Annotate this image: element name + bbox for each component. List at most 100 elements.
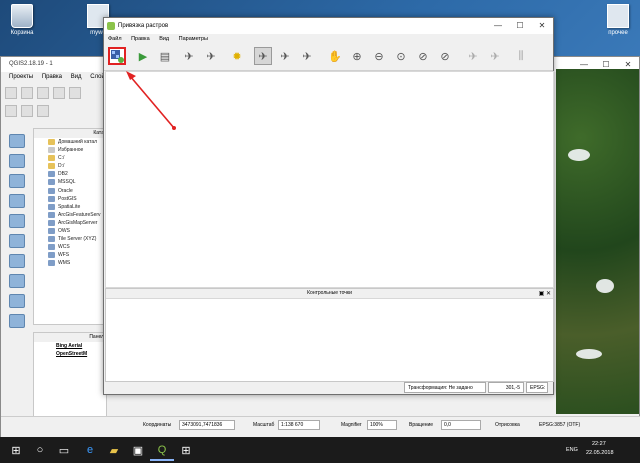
epsg-status[interactable]: EPSG:: [526, 382, 548, 393]
menu-view[interactable]: Вид: [71, 74, 82, 80]
explorer-button[interactable]: ▰: [102, 441, 126, 459]
search-button[interactable]: ○: [28, 441, 52, 459]
browser-item-label: Tile Server (XYZ): [58, 236, 97, 243]
browser-item[interactable]: ArcGisMapServer: [34, 219, 106, 227]
menu-edit[interactable]: Правка: [131, 36, 150, 42]
zoom-to-layer-button[interactable]: ⊙: [392, 47, 410, 65]
load-gcp-button[interactable]: ✈: [202, 47, 220, 65]
add-wcs-layer-button[interactable]: [9, 274, 25, 288]
browser-item[interactable]: OWS: [34, 227, 106, 235]
browser-item[interactable]: Домашний катал: [34, 138, 106, 146]
browser-item[interactable]: DB2: [34, 170, 106, 178]
zoom-out-button[interactable]: ⊖: [370, 47, 388, 65]
recycle-bin-desktop-icon[interactable]: Корзина: [2, 4, 42, 36]
settings-gear-button[interactable]: ✹: [228, 47, 246, 65]
add-layer-toolbar: [1, 128, 33, 368]
delete-point-button[interactable]: ✈: [276, 47, 294, 65]
browser-item[interactable]: ArcGisFeatureServ: [34, 211, 106, 219]
pan-button[interactable]: ✋: [326, 47, 344, 65]
coords-field[interactable]: 3473091,7471836: [179, 420, 235, 430]
add-oracle-layer-button[interactable]: [9, 234, 25, 248]
zoom-next-button[interactable]: ⊘: [436, 47, 454, 65]
browser-item[interactable]: MSSQL: [34, 178, 106, 186]
georeferencer-title-bar: Привязка растров — ☐ ✕: [104, 18, 553, 34]
browser-item[interactable]: WMS: [34, 259, 106, 267]
link-georef-button[interactable]: ✈: [464, 47, 482, 65]
browser-item[interactable]: Tile Server (XYZ): [34, 235, 106, 243]
map-canvas[interactable]: [556, 69, 639, 414]
qgis-taskbar-button[interactable]: Q: [150, 441, 174, 461]
menu-file[interactable]: Файл: [108, 36, 122, 42]
transformation-settings-button[interactable]: ✈: [180, 47, 198, 65]
folder-icon: [48, 163, 55, 170]
browser-item-label: SpatiaLite: [58, 203, 81, 210]
browser-item[interactable]: WCS: [34, 243, 106, 251]
browser-item[interactable]: Oracle: [34, 187, 106, 195]
new-project-button[interactable]: [5, 87, 17, 99]
georeferencer-canvas[interactable]: [105, 71, 554, 288]
layer-item[interactable]: Bing Aerial: [34, 342, 106, 350]
zoom-in-button[interactable]: ⊕: [348, 47, 366, 65]
browser-item-label: DB2: [58, 171, 68, 178]
add-feature-button[interactable]: [37, 105, 49, 117]
open-raster-button[interactable]: [108, 47, 126, 65]
add-postgis-layer-button[interactable]: [9, 174, 25, 188]
menu-edit[interactable]: Правка: [42, 74, 62, 80]
rotation-field[interactable]: 0,0: [441, 420, 481, 430]
gear-icon: ✹: [232, 50, 242, 63]
add-wms-layer-button[interactable]: [9, 254, 25, 268]
crs-status[interactable]: EPSG:3857 (OTF): [539, 422, 580, 428]
add-raster-layer-button[interactable]: [9, 154, 25, 168]
magnifier-field[interactable]: 100%: [367, 420, 397, 430]
save-project-button[interactable]: [37, 87, 49, 99]
qgis-toolbar: [3, 85, 108, 125]
folder-icon: [48, 139, 55, 145]
edit-button[interactable]: [5, 105, 17, 117]
save-as-button[interactable]: [53, 87, 65, 99]
layer-item[interactable]: OpenStreetM: [34, 350, 106, 358]
zoom-last-button[interactable]: ⊘: [414, 47, 432, 65]
gcp-panel-controls[interactable]: ▣ ✕: [539, 290, 551, 299]
start-georeferencing-button[interactable]: ▶: [134, 47, 152, 65]
add-spatialite-layer-button[interactable]: [9, 194, 25, 208]
add-delimited-text-button[interactable]: [9, 314, 25, 328]
link-qgis-button[interactable]: ✈: [486, 47, 504, 65]
browser-item[interactable]: D:/: [34, 162, 106, 170]
task-view-button[interactable]: ▭: [52, 441, 76, 459]
histogram-button[interactable]: ⫼: [512, 47, 530, 65]
map-cloud: [576, 349, 602, 359]
store-button[interactable]: ▣: [126, 441, 150, 459]
move-point-button[interactable]: ✈: [298, 47, 316, 65]
start-button[interactable]: ⊞: [4, 441, 28, 459]
generate-gdal-script-button[interactable]: ▤: [156, 47, 174, 65]
add-wfs-layer-button[interactable]: [9, 294, 25, 308]
maximize-button[interactable]: ☐: [509, 18, 531, 34]
edge-button[interactable]: e: [78, 441, 102, 459]
scale-field[interactable]: 1:138 670: [278, 420, 320, 430]
add-point-button[interactable]: ✈: [254, 47, 272, 65]
digitize-button[interactable]: [21, 105, 33, 117]
clock-date[interactable]: 22.05.2018: [586, 450, 614, 456]
browser-item[interactable]: PostGIS: [34, 195, 106, 203]
add-mssql-layer-button[interactable]: [9, 214, 25, 228]
browser-item[interactable]: C:/: [34, 154, 106, 162]
clock-time[interactable]: 22:27: [592, 441, 606, 447]
close-button[interactable]: ✕: [531, 18, 553, 34]
open-raster-icon: [111, 50, 124, 63]
minimize-button[interactable]: —: [487, 18, 509, 34]
language-indicator[interactable]: ENG: [566, 447, 578, 453]
other-desktop-icon[interactable]: прочее: [598, 4, 638, 36]
print-button[interactable]: [69, 87, 81, 99]
browser-item[interactable]: WFS: [34, 251, 106, 259]
menu-projects[interactable]: Проекты: [9, 74, 33, 80]
add-vector-layer-button[interactable]: [9, 134, 25, 148]
browser-item[interactable]: SpatiaLite: [34, 203, 106, 211]
menu-settings[interactable]: Параметры: [179, 36, 208, 42]
app-taskbar-button[interactable]: ⊞: [174, 441, 198, 459]
menu-view[interactable]: Вид: [159, 36, 169, 42]
render-label[interactable]: Отрисовка: [495, 422, 520, 428]
browser-item-label: WFS: [58, 252, 70, 259]
browser-panel: Катa Домашний катал Избранное C:/D:/DB2 MSS…: [33, 128, 107, 325]
browser-item[interactable]: Избранное: [34, 146, 106, 154]
open-project-button[interactable]: [21, 87, 33, 99]
